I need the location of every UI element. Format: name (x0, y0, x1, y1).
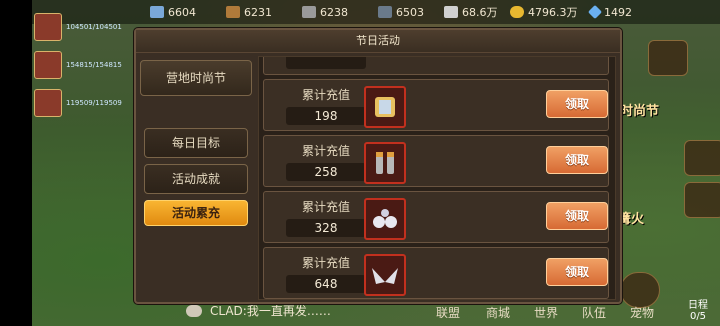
resource-gold: 4796.3万 (510, 4, 578, 20)
iron-icon (378, 6, 392, 18)
row-value (286, 57, 366, 69)
row-label: 累计充值 (301, 200, 350, 214)
silver-icon (444, 6, 458, 18)
schedule-count: 0/5 (689, 311, 707, 322)
claim-button[interactable]: 领取 (546, 90, 608, 118)
chat-bubble-icon (186, 304, 202, 317)
row-value: 258 (286, 163, 366, 181)
side-menu-button-2[interactable] (684, 182, 720, 218)
nav-alliance[interactable]: 联盟 (436, 304, 460, 321)
row-label: 累计充值 (301, 256, 350, 270)
schedule-button[interactable]: 日程 0/5 (680, 296, 716, 322)
food-icon (150, 6, 164, 18)
event-tabs: 营地时尚节 每日目标 活动成就 活动累充 (140, 56, 252, 296)
schedule-label: 日程 (688, 300, 708, 311)
resource-iron: 6503 (378, 4, 424, 20)
festival-event-dialog: 节日活动 营地时尚节 每日目标 活动成就 活动累充 累计充值 198 领取 累计… (134, 28, 622, 304)
claim-button[interactable]: 领取 (546, 258, 608, 286)
pet-button[interactable] (620, 272, 660, 308)
avatar (34, 89, 62, 117)
claim-button[interactable]: 领取 (546, 146, 608, 174)
left-black-bar (0, 0, 32, 326)
gold-icon (510, 6, 524, 18)
stone-icon (302, 6, 316, 18)
tab-daily-goals[interactable]: 每日目标 (144, 128, 248, 158)
row-value: 648 (286, 275, 366, 293)
list-item (263, 57, 609, 75)
claim-button[interactable]: 领取 (546, 202, 608, 230)
chat-message: CLAD:我一直再发…… (210, 304, 331, 318)
fashion-event-label[interactable]: 时尚节 (620, 100, 659, 119)
pets-icon[interactable] (364, 198, 406, 240)
list-item: 累计充值 648 领取 (263, 247, 609, 299)
roster-row[interactable]: 119509/119509 (34, 84, 134, 122)
resource-food: 6604 (150, 4, 196, 20)
row-value: 328 (286, 219, 366, 237)
avatar (34, 13, 62, 41)
roster-row[interactable]: 154815/154815 (34, 46, 134, 84)
list-item: 累计充值 328 领取 (263, 191, 609, 243)
nav-shop[interactable]: 商城 (486, 304, 510, 321)
avatar (34, 51, 62, 79)
tab-cumulative-recharge[interactable]: 活动累充 (144, 200, 248, 226)
list-item: 累计充值 198 领取 (263, 79, 609, 131)
resource-wood: 6231 (226, 4, 272, 20)
row-label: 累计充值 (301, 88, 350, 102)
wings-icon[interactable] (364, 254, 406, 296)
reward-list[interactable]: 累计充值 198 领取 累计充值 258 领取 累计充值 328 领取 累计充值 (258, 56, 616, 300)
resource-gem: 1492 (587, 4, 632, 20)
resource-silver: 68.6万 (444, 4, 498, 20)
nav-team[interactable]: 队伍 (582, 304, 606, 321)
row-value: 198 (286, 107, 366, 125)
row-label: 累计充值 (301, 144, 350, 158)
resource-bar: 6604 6231 6238 6503 68.6万 4796.3万 1492 (32, 0, 720, 24)
dialog-title: 节日活动 (136, 30, 620, 53)
list-item: 累计充值 258 领取 (263, 135, 609, 187)
armor-icon[interactable] (364, 86, 406, 128)
boots-icon[interactable] (364, 142, 406, 184)
party-roster: 104501/104501 154815/154815 119509/11950… (34, 8, 134, 122)
tab-camp-fashion[interactable]: 营地时尚节 (140, 60, 252, 96)
nav-world[interactable]: 世界 (534, 304, 558, 321)
tab-achievements[interactable]: 活动成就 (144, 164, 248, 194)
roster-row[interactable]: 104501/104501 (34, 8, 134, 46)
nav-pet[interactable]: 宠物 (630, 304, 654, 321)
resource-stone: 6238 (302, 4, 348, 20)
calendar-button[interactable] (648, 40, 688, 76)
wood-icon (226, 6, 240, 18)
chat-line[interactable]: CLAD:我一直再发…… (186, 302, 331, 319)
side-menu-button[interactable] (684, 140, 720, 176)
gem-icon (587, 4, 603, 20)
